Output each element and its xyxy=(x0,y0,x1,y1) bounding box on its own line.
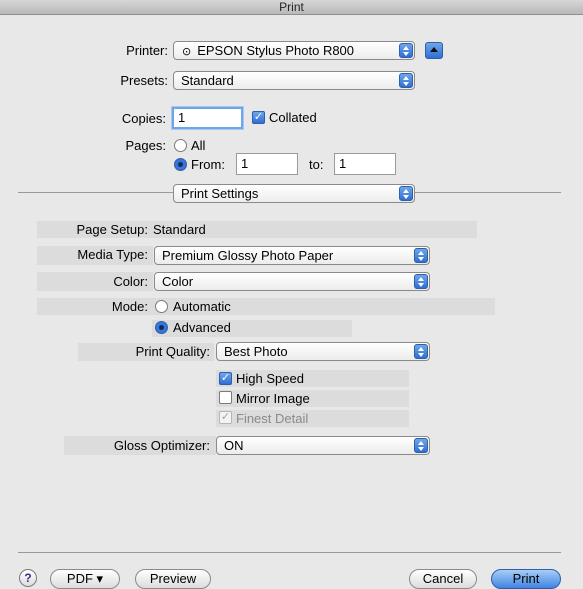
mode-automatic-label: Automatic xyxy=(173,299,231,314)
printer-status-icon: ⊙ xyxy=(182,46,192,58)
print-button[interactable]: Print xyxy=(491,569,561,589)
panel-value: Print Settings xyxy=(181,186,259,201)
media-type-popup[interactable]: Premium Glossy Photo Paper xyxy=(154,246,430,265)
divider-right xyxy=(415,192,561,193)
window-title: Print xyxy=(0,0,583,15)
presets-label: Presets: xyxy=(120,73,168,88)
mode-automatic-radio[interactable] xyxy=(155,300,168,313)
mode-label: Mode: xyxy=(111,299,148,314)
print-quality-value: Best Photo xyxy=(224,344,288,359)
chevron-updown-icon xyxy=(399,43,413,58)
collated-label: Collated xyxy=(269,110,317,125)
presets-popup[interactable]: Standard xyxy=(173,71,415,90)
preview-button[interactable]: Preview xyxy=(135,569,211,589)
chevron-updown-icon xyxy=(414,274,428,289)
gloss-optimizer-value: ON xyxy=(224,438,244,453)
presets-value: Standard xyxy=(181,73,234,88)
color-popup[interactable]: Color xyxy=(154,272,430,291)
pages-from-field[interactable]: 1 xyxy=(236,153,298,175)
mirror-image-checkbox[interactable] xyxy=(219,391,232,404)
page-setup-value: Standard xyxy=(153,222,206,237)
cancel-button[interactable]: Cancel xyxy=(409,569,477,589)
pdf-button[interactable]: PDF ▾ xyxy=(50,569,120,589)
mode-advanced-label: Advanced xyxy=(173,320,231,335)
chevron-updown-icon xyxy=(414,248,428,263)
gloss-optimizer-popup[interactable]: ON xyxy=(216,436,430,455)
mirror-image-label: Mirror Image xyxy=(236,391,310,406)
mode-advanced-radio[interactable] xyxy=(155,321,168,334)
pages-to-field[interactable]: 1 xyxy=(334,153,396,175)
pages-from-radio[interactable] xyxy=(174,158,187,171)
copies-label: Copies: xyxy=(121,111,166,126)
pages-all-radio[interactable] xyxy=(174,139,187,152)
media-type-label: Media Type: xyxy=(77,247,148,262)
finest-detail-checkbox[interactable]: ✓ xyxy=(219,411,232,424)
copies-field[interactable]: 1 xyxy=(172,107,243,129)
print-quality-label: Print Quality: xyxy=(135,344,210,359)
chevron-updown-icon xyxy=(414,344,428,359)
pages-to-label: to: xyxy=(309,157,324,172)
help-button[interactable]: ? xyxy=(19,569,37,587)
color-value: Color xyxy=(162,274,194,289)
printer-value: EPSON Stylus Photo R800 xyxy=(197,43,355,58)
gloss-optimizer-label: Gloss Optimizer: xyxy=(113,438,210,453)
color-label: Color: xyxy=(113,274,148,289)
panel-popup[interactable]: Print Settings xyxy=(173,184,415,203)
print-quality-popup[interactable]: Best Photo xyxy=(216,342,430,361)
high-speed-label: High Speed xyxy=(236,371,304,386)
printer-label: Printer: xyxy=(126,43,168,58)
page-setup-label: Page Setup: xyxy=(76,222,148,237)
chevron-updown-icon xyxy=(399,73,413,88)
chevron-updown-icon xyxy=(414,438,428,453)
divider-left xyxy=(18,192,173,193)
chevron-updown-icon xyxy=(399,186,413,201)
collated-checkbox[interactable]: ✓ xyxy=(252,111,265,124)
footer-divider xyxy=(18,552,561,553)
finest-detail-label: Finest Detail xyxy=(236,411,309,426)
pages-label: Pages: xyxy=(125,138,166,153)
high-speed-checkbox[interactable]: ✓ xyxy=(219,372,232,385)
media-type-value: Premium Glossy Photo Paper xyxy=(162,248,334,263)
expand-dialog-button[interactable] xyxy=(425,42,443,59)
pages-all-label: All xyxy=(191,138,206,153)
printer-popup[interactable]: ⊙ EPSON Stylus Photo R800 xyxy=(173,41,415,60)
pages-from-label: From: xyxy=(191,157,225,172)
